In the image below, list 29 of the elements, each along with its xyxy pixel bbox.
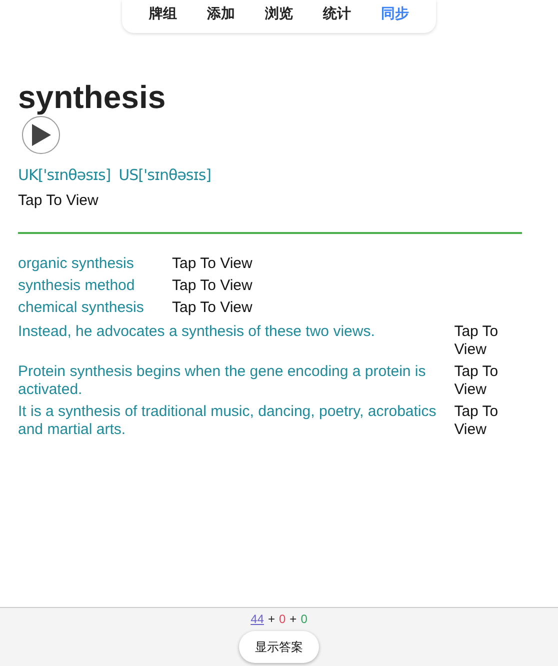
sentence-text: It is a synthesis of traditional music, dancing, poetry, acrobatics and martial arts. [18,403,438,439]
phrase-reveal[interactable]: Tap To View [172,297,252,319]
meaning-reveal[interactable]: Tap To View [18,190,522,212]
plus-sign: + [268,612,275,627]
card-count: 0 [300,612,308,627]
plus-sign: + [290,612,297,627]
phonetic: UK['sɪnθəsɪs] [18,165,111,186]
nav-tab[interactable]: 浏览 [250,4,308,25]
sentence-text: Instead, he advocates a synthesis of these two views. [18,323,376,342]
nav-tab[interactable]: 牌组 [134,4,192,25]
phonetic: US['sɪnθəsɪs] [118,165,211,186]
sentence-reveal[interactable]: Tap To View [454,323,522,359]
nav-tab[interactable]: 统计 [308,4,366,25]
card-count: 0 [278,612,286,627]
sentence-reveal[interactable]: Tap To View [454,363,522,399]
show-answer-button[interactable]: 显示答案 [239,631,319,663]
play-button[interactable] [22,116,60,154]
phrase-text: synthesis method [18,276,136,296]
word-title: synthesis [18,79,167,115]
phrase-reveal[interactable]: Tap To View [172,275,252,297]
sentence-text: Protein synthesis begins when the gene encoding a protein is activated. [18,363,427,399]
card-count[interactable]: 44 [250,612,264,627]
nav-tab[interactable]: 同步 [366,4,424,25]
phrase-text: organic synthesis [18,254,135,274]
phrase-text: chemical synthesis [18,298,145,318]
play-icon [30,123,52,147]
sentence-reveal[interactable]: Tap To View [454,403,522,439]
nav-tab[interactable]: 添加 [192,4,250,25]
phrase-reveal[interactable]: Tap To View [172,253,252,275]
